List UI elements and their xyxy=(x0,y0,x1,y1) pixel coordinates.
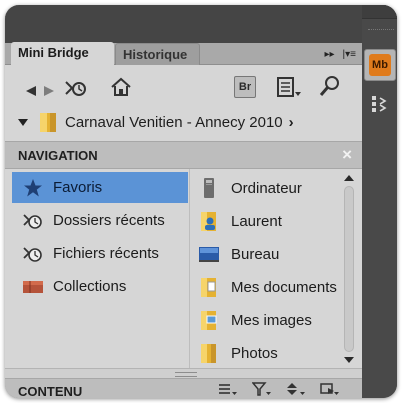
panel-controls: ▸▸ |▾≡ xyxy=(325,45,357,63)
scroll-track[interactable] xyxy=(344,186,354,352)
nav-item-collections[interactable]: Collections xyxy=(12,271,188,302)
nav-item-label: Favoris xyxy=(53,179,103,196)
recent-folders-icon xyxy=(22,211,44,231)
nav-item-label: Dossiers récents xyxy=(53,212,165,229)
recent-items-icon[interactable] xyxy=(63,77,89,99)
star-icon xyxy=(22,178,44,198)
computer-icon xyxy=(198,177,220,199)
mini-bridge-icon: Mb xyxy=(369,54,391,76)
mini-bridge-panel: Historique Mini Bridge ▸▸ |▾≡ Br Carnava… xyxy=(5,5,362,398)
location-bureau[interactable]: Bureau xyxy=(198,239,279,269)
location-photos[interactable]: Photos xyxy=(198,338,278,368)
pictures-folder-icon xyxy=(198,309,220,331)
panel-top-strip xyxy=(5,5,362,45)
location-mes-images[interactable]: Mes images xyxy=(198,305,312,335)
close-icon[interactable]: × xyxy=(342,145,352,165)
app-window: Historique Mini Bridge ▸▸ |▾≡ Br Carnava… xyxy=(5,5,397,398)
view-options-icon[interactable] xyxy=(276,76,302,98)
chevron-right-icon[interactable]: › xyxy=(289,114,294,131)
dock-grip[interactable] xyxy=(368,29,394,33)
desktop-icon xyxy=(198,243,220,265)
scrollbar[interactable] xyxy=(341,172,357,366)
sort-icon[interactable] xyxy=(218,382,238,398)
path-dropdown-icon[interactable] xyxy=(18,118,28,126)
panel-dock: Mb xyxy=(362,5,397,398)
favorites-list: Favoris Dossiers récents Fichiers récent… xyxy=(5,169,188,369)
navigation-header[interactable]: NAVIGATION × xyxy=(5,141,362,169)
breadcrumb[interactable]: Carnaval Venitien - Annecy 2010 › xyxy=(5,108,362,136)
splitter-grip[interactable] xyxy=(175,372,197,377)
home-icon[interactable] xyxy=(109,76,133,98)
panel-menu-icon[interactable]: |▾≡ xyxy=(343,49,356,60)
sort-order-icon[interactable] xyxy=(286,382,306,398)
history-dock-icon[interactable] xyxy=(369,93,391,115)
location-label: Laurent xyxy=(231,212,282,230)
mini-bridge-dock-button[interactable]: Mb xyxy=(364,49,396,81)
user-folder-icon xyxy=(198,210,220,232)
location-label: Mes images xyxy=(231,311,312,329)
dock-header xyxy=(362,5,397,19)
location-mes-documents[interactable]: Mes documents xyxy=(198,272,337,302)
content-toolbar xyxy=(218,382,340,398)
folder-icon xyxy=(38,111,58,133)
forward-arrow-icon[interactable] xyxy=(43,80,55,102)
bridge-button[interactable]: Br xyxy=(234,76,256,98)
path-label: Carnaval Venitien - Annecy 2010 xyxy=(65,113,283,131)
tab-mini-bridge[interactable]: Mini Bridge xyxy=(11,42,114,66)
tools-icon[interactable] xyxy=(320,382,340,398)
location-label: Bureau xyxy=(231,245,280,263)
tab-historique[interactable]: Historique xyxy=(115,43,200,65)
location-label: Photos xyxy=(231,344,278,362)
nav-item-fichiers-recents[interactable]: Fichiers récents xyxy=(12,238,188,269)
nav-item-dossiers-recents[interactable]: Dossiers récents xyxy=(12,205,188,236)
toolbar: Br xyxy=(5,66,362,102)
filter-icon[interactable] xyxy=(251,382,272,398)
nav-item-favoris[interactable]: Favoris xyxy=(12,172,188,203)
navigation-title: NAVIGATION xyxy=(18,148,98,163)
collapse-panel-icon[interactable]: ▸▸ xyxy=(325,49,335,60)
location-laurent[interactable]: Laurent xyxy=(198,206,282,236)
scroll-down-icon[interactable] xyxy=(344,357,354,363)
content-title: CONTENU xyxy=(18,384,83,398)
documents-folder-icon xyxy=(198,276,220,298)
panel-splitter[interactable] xyxy=(5,368,362,378)
back-arrow-icon[interactable] xyxy=(25,80,37,102)
location-label: Mes documents xyxy=(231,278,337,296)
location-ordinateur[interactable]: Ordinateur xyxy=(198,173,302,203)
search-icon[interactable] xyxy=(319,75,341,97)
folder-icon xyxy=(198,342,220,364)
nav-item-label: Collections xyxy=(53,278,127,295)
nav-item-label: Fichiers récents xyxy=(53,245,159,262)
recent-files-icon xyxy=(22,244,44,264)
locations-list: Ordinateur Laurent Bureau Mes documents xyxy=(189,169,362,369)
scroll-up-icon[interactable] xyxy=(344,175,354,181)
collections-icon xyxy=(22,277,44,297)
location-label: Ordinateur xyxy=(231,179,302,197)
